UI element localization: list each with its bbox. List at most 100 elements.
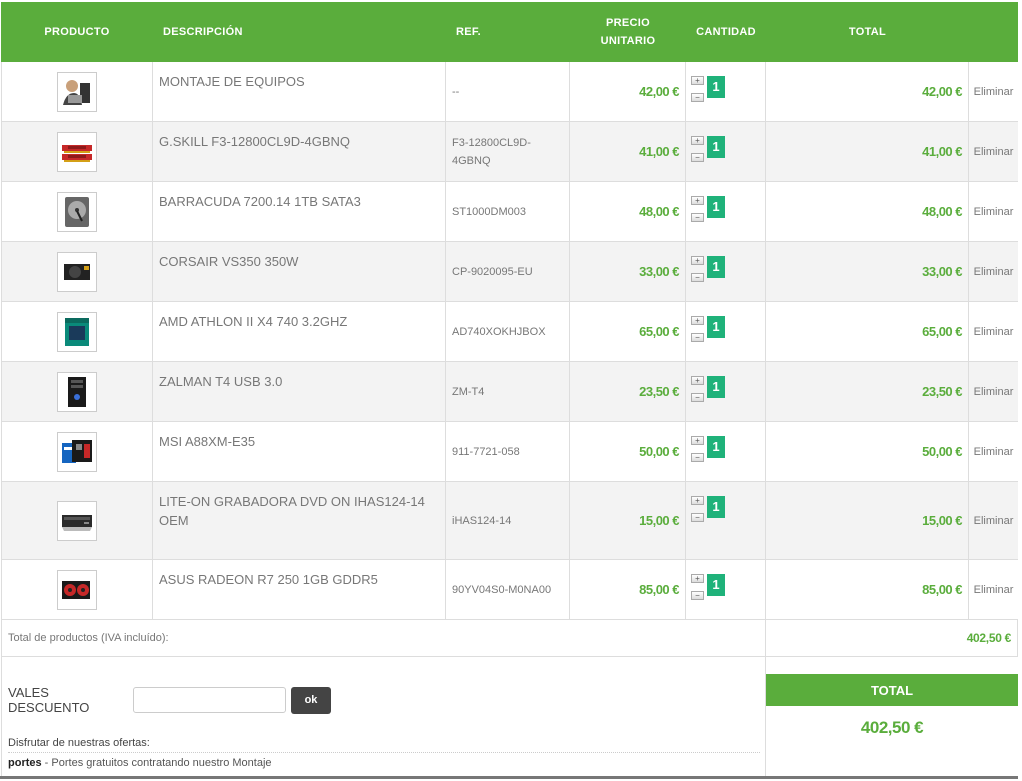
- total-section: TOTAL 402,50 €: [766, 657, 1018, 778]
- offer-item[interactable]: portes - Portes gratuitos contratando nu…: [8, 753, 760, 769]
- header-total: TOTAL: [848, 26, 887, 38]
- table-row: LITE-ON GRABADORA DVD ON IHAS124-14 OEM i…: [1, 482, 1018, 560]
- product-description[interactable]: G.SKILL F3-12800CL9D-4GBNQ: [153, 122, 446, 181]
- quantity-increase-button[interactable]: +: [691, 76, 704, 85]
- cart-table: PRODUCTO DESCRIPCIÓN REF. PRECIO UNITARIO…: [1, 2, 1018, 620]
- dvd-drive-icon[interactable]: [57, 500, 97, 541]
- line-total: 42,00 €: [766, 62, 969, 121]
- voucher-ok-button[interactable]: ok: [291, 686, 331, 714]
- line-total: 33,00 €: [766, 242, 969, 301]
- product-description[interactable]: AMD ATHLON II X4 740 3.2GHZ: [153, 302, 446, 361]
- product-description[interactable]: CORSAIR VS350 350W: [153, 242, 446, 301]
- table-row: MONTAJE DE EQUIPOS -- 42,00 € + −1 42,00 € Eli…: [1, 62, 1018, 122]
- product-description[interactable]: BARRACUDA 7200.14 1TB SATA3: [153, 182, 446, 241]
- quantity-decrease-button[interactable]: −: [691, 333, 704, 342]
- cart-header: PRODUCTO DESCRIPCIÓN REF. PRECIO UNITARIO…: [1, 2, 1018, 62]
- hard-drive-icon[interactable]: [57, 191, 97, 232]
- remove-item-link[interactable]: Eliminar: [969, 302, 1018, 361]
- quantity-decrease-button[interactable]: −: [691, 591, 704, 600]
- product-image-cell: [1, 422, 153, 481]
- offers-title: Disfrutar de nuestras ofertas:: [8, 737, 760, 753]
- table-row: G.SKILL F3-12800CL9D-4GBNQ F3-12800CL9D-4…: [1, 122, 1018, 182]
- remove-item-link[interactable]: Eliminar: [969, 482, 1018, 559]
- quantity-stepper: + −: [691, 256, 704, 301]
- remove-item-link[interactable]: Eliminar: [969, 362, 1018, 421]
- quantity-increase-button[interactable]: +: [691, 574, 704, 583]
- header-producto: PRODUCTO: [44, 26, 110, 38]
- quantity-cell: + −1: [686, 560, 766, 619]
- line-total: 48,00 €: [766, 182, 969, 241]
- quantity-value[interactable]: 1: [707, 316, 725, 338]
- product-description[interactable]: ZALMAN T4 USB 3.0: [153, 362, 446, 421]
- quantity-value[interactable]: 1: [707, 376, 725, 398]
- product-description[interactable]: MONTAJE DE EQUIPOS: [153, 62, 446, 121]
- quantity-value[interactable]: 1: [707, 436, 725, 458]
- cpu-box-icon[interactable]: [57, 311, 97, 352]
- quantity-decrease-button[interactable]: −: [691, 513, 704, 522]
- quantity-increase-button[interactable]: +: [691, 316, 704, 325]
- graphics-card-icon[interactable]: [57, 569, 97, 610]
- pc-case-icon[interactable]: [57, 371, 97, 412]
- remove-item-link[interactable]: Eliminar: [969, 182, 1018, 241]
- voucher-section: VALES DESCUENTO ok Disfrutar de nuestras…: [2, 657, 766, 778]
- product-reference: F3-12800CL9D-4GBNQ: [446, 122, 570, 181]
- product-image-cell: [1, 302, 153, 361]
- quantity-decrease-button[interactable]: −: [691, 393, 704, 402]
- line-total: 65,00 €: [766, 302, 969, 361]
- quantity-decrease-button[interactable]: −: [691, 153, 704, 162]
- product-description[interactable]: MSI A88XM-E35: [153, 422, 446, 481]
- remove-item-link[interactable]: Eliminar: [969, 422, 1018, 481]
- quantity-increase-button[interactable]: +: [691, 436, 704, 445]
- quantity-decrease-button[interactable]: −: [691, 273, 704, 282]
- unit-price: 48,00 €: [570, 182, 686, 241]
- quantity-increase-button[interactable]: +: [691, 256, 704, 265]
- total-label: TOTAL: [766, 674, 1018, 706]
- subtotal-label: Total de productos (IVA incluído):: [2, 620, 766, 656]
- header-precio-unitario: PRECIO UNITARIO: [570, 2, 686, 62]
- technician-icon[interactable]: [57, 71, 97, 112]
- header-actions: [969, 2, 1018, 62]
- quantity-value[interactable]: 1: [707, 496, 725, 518]
- quantity-increase-button[interactable]: +: [691, 376, 704, 385]
- product-image-cell: [1, 122, 153, 181]
- header-precio-l2: UNITARIO: [600, 35, 656, 47]
- quantity-stepper: + −: [691, 136, 704, 181]
- remove-item-link[interactable]: Eliminar: [969, 242, 1018, 301]
- quantity-value[interactable]: 1: [707, 76, 725, 98]
- motherboard-icon[interactable]: [57, 431, 97, 472]
- power-supply-icon[interactable]: [57, 251, 97, 292]
- quantity-cell: + −1: [686, 422, 766, 481]
- ram-icon[interactable]: [57, 131, 97, 172]
- quantity-increase-button[interactable]: +: [691, 136, 704, 145]
- offer-item-text: - Portes gratuitos contratando nuestro M…: [41, 757, 272, 769]
- quantity-value[interactable]: 1: [707, 196, 725, 218]
- quantity-decrease-button[interactable]: −: [691, 213, 704, 222]
- remove-item-link[interactable]: Eliminar: [969, 122, 1018, 181]
- quantity-cell: + −1: [686, 362, 766, 421]
- quantity-value[interactable]: 1: [707, 136, 725, 158]
- voucher-input[interactable]: [133, 687, 286, 713]
- quantity-decrease-button[interactable]: −: [691, 93, 704, 102]
- table-row: BARRACUDA 7200.14 1TB SATA3 ST1000DM003 48…: [1, 182, 1018, 242]
- remove-item-link[interactable]: Eliminar: [969, 62, 1018, 121]
- total-value: 402,50 €: [860, 718, 924, 737]
- product-reference: 90YV04S0-M0NA00: [446, 560, 570, 619]
- quantity-increase-button[interactable]: +: [691, 196, 704, 205]
- product-description[interactable]: ASUS RADEON R7 250 1GB GDDR5: [153, 560, 446, 619]
- unit-price: 33,00 €: [570, 242, 686, 301]
- quantity-decrease-button[interactable]: −: [691, 453, 704, 462]
- product-reference: AD740XOKHJBOX: [446, 302, 570, 361]
- quantity-stepper: + −: [691, 496, 704, 559]
- unit-price: 42,00 €: [570, 62, 686, 121]
- voucher-label: VALES DESCUENTO: [8, 685, 90, 715]
- product-description[interactable]: LITE-ON GRABADORA DVD ON IHAS124-14 OEM: [153, 482, 446, 559]
- line-total: 15,00 €: [766, 482, 969, 559]
- quantity-stepper: + −: [691, 376, 704, 421]
- quantity-increase-button[interactable]: +: [691, 496, 704, 505]
- remove-item-link[interactable]: Eliminar: [969, 560, 1018, 619]
- unit-price: 15,00 €: [570, 482, 686, 559]
- quantity-value[interactable]: 1: [707, 256, 725, 278]
- table-row: ASUS RADEON R7 250 1GB GDDR5 90YV04S0-M0N…: [1, 560, 1018, 620]
- quantity-value[interactable]: 1: [707, 574, 725, 596]
- quantity-cell: + −1: [686, 302, 766, 361]
